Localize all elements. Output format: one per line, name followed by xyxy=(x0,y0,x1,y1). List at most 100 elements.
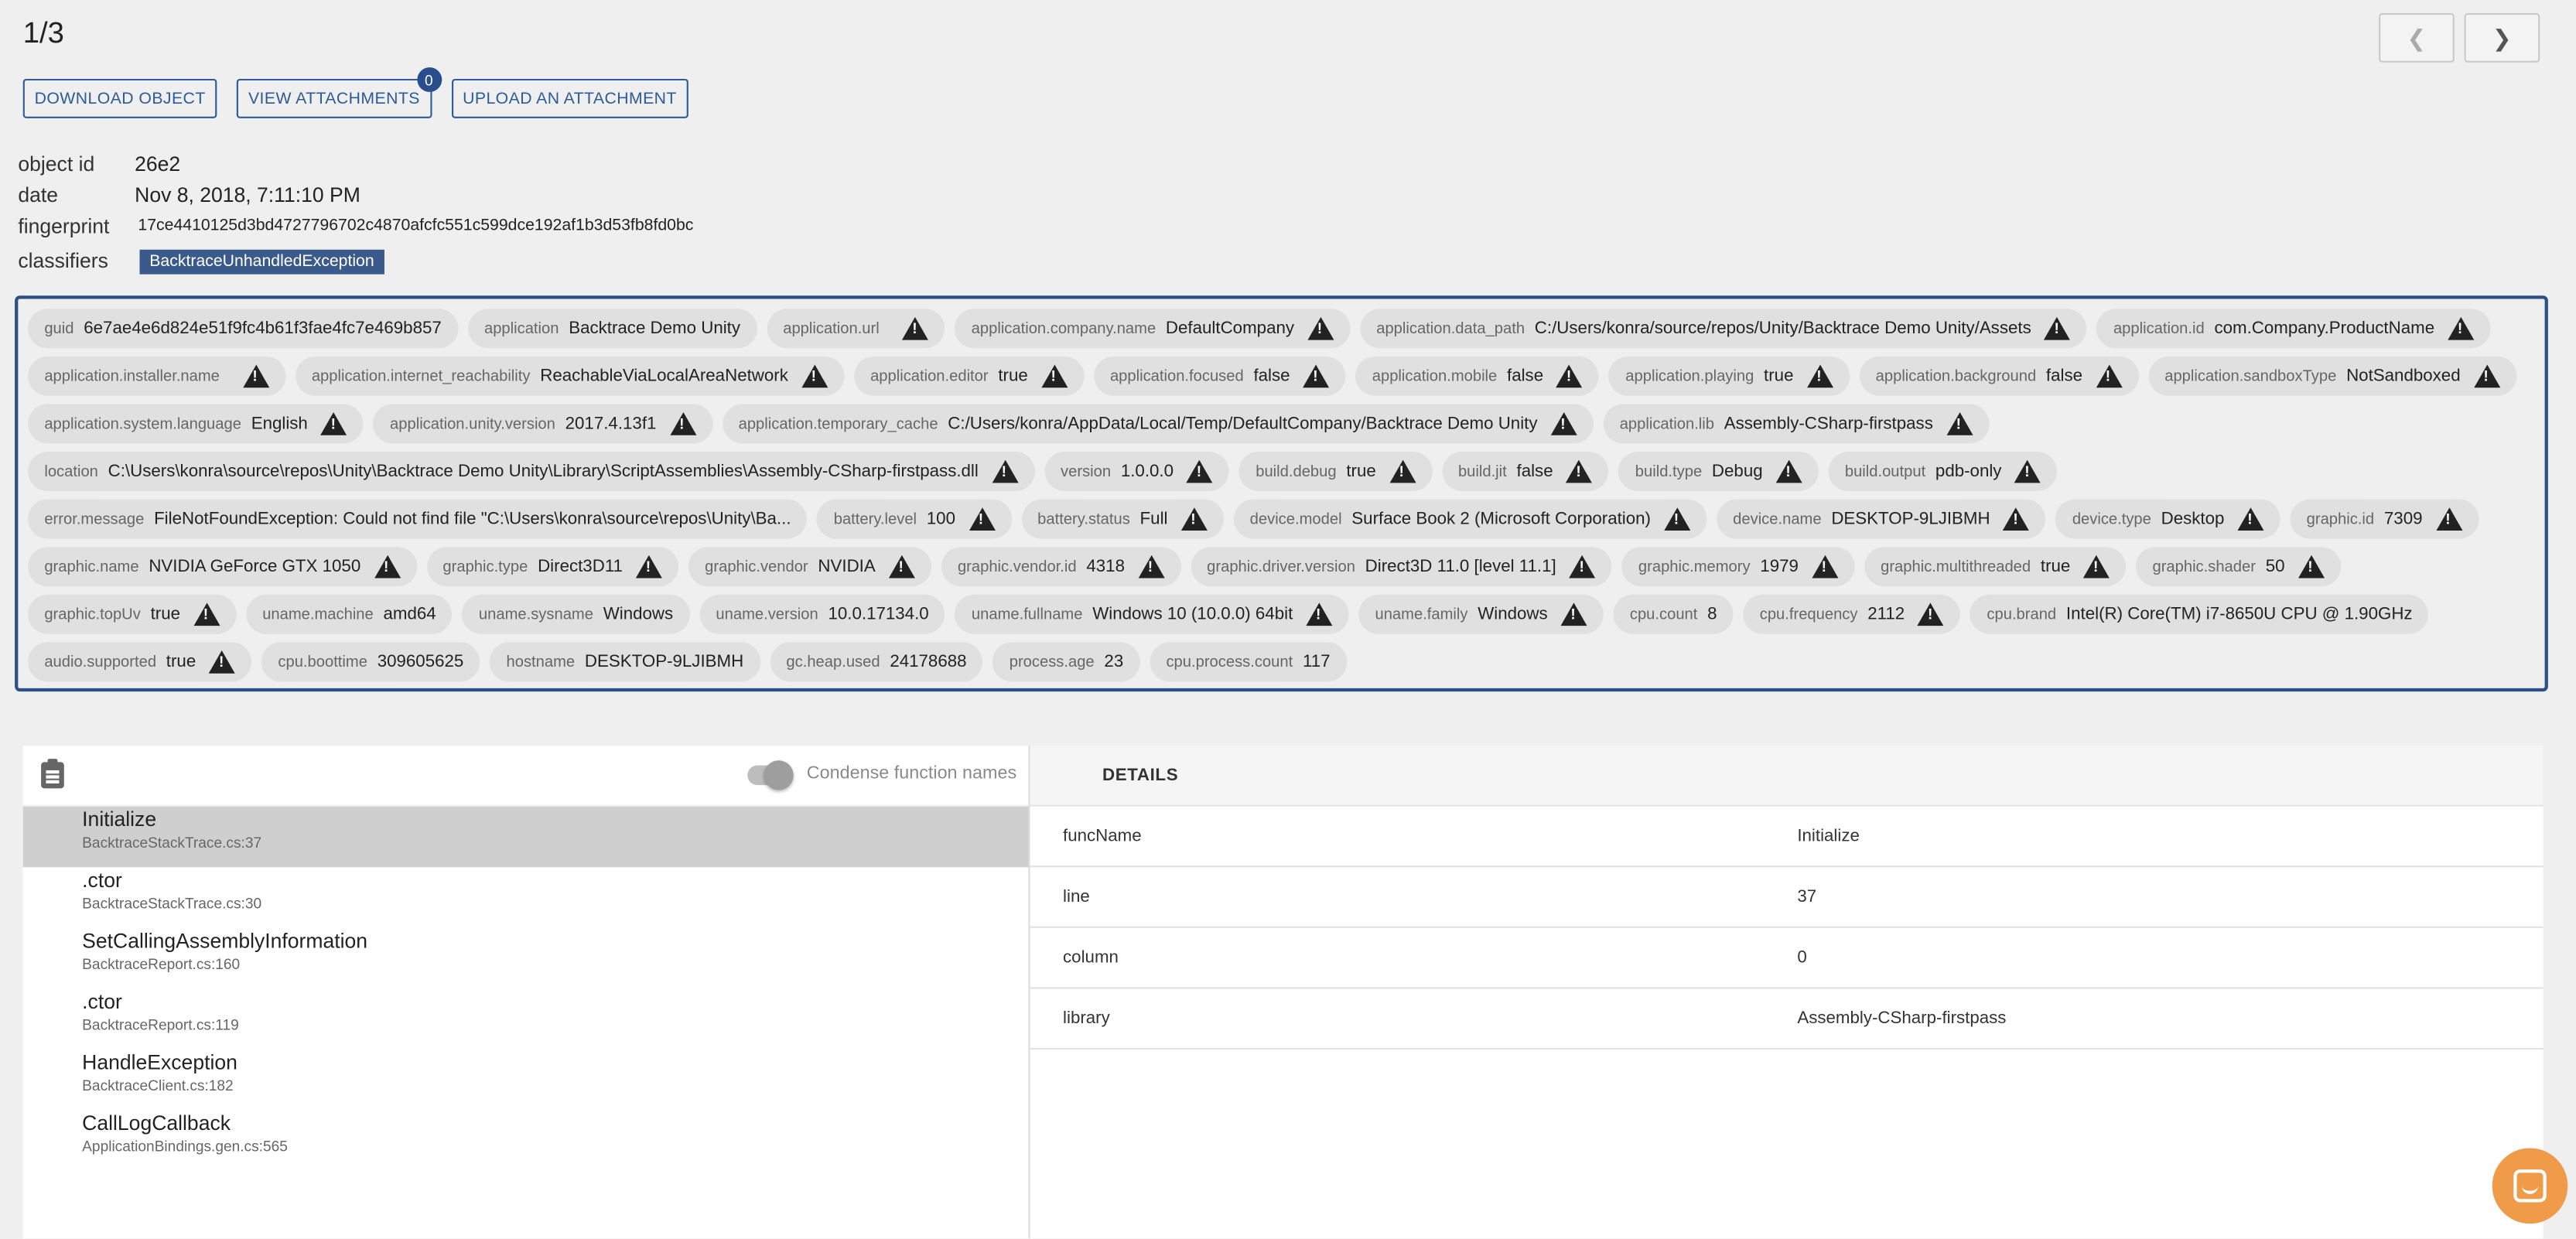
attribute-value: C:/Users/konra/source/repos/Unity/Backtr… xyxy=(1534,318,2031,339)
warning-icon xyxy=(1918,602,1945,626)
view-attachments-button[interactable]: VIEW ATTACHMENTS 0 xyxy=(237,67,442,118)
attribute-chip[interactable]: application.focused false xyxy=(1093,356,1346,396)
warning-icon xyxy=(1566,459,1593,483)
attribute-chip[interactable]: application.data_path C:/Users/konra/sour… xyxy=(1359,309,2087,349)
attribute-chip[interactable]: graphic.name NVIDIA GeForce GTX 1050 xyxy=(28,547,417,587)
attribute-chip[interactable]: device.model Surface Book 2 (Microsoft Co… xyxy=(1233,499,1707,539)
attribute-chip[interactable]: application.internet_reachability Reachab… xyxy=(295,356,845,396)
attribute-chip[interactable]: build.output pdb-only xyxy=(1828,452,2058,491)
attribute-key: graphic.driver.version xyxy=(1207,557,1355,576)
attribute-key: application.sandboxType xyxy=(2164,367,2337,386)
stack-frame[interactable]: CallLogCallback ApplicationBindings.gen.c… xyxy=(23,1111,1029,1172)
warning-icon xyxy=(635,555,662,579)
attribute-chip[interactable]: graphic.driver.version Direct3D 11.0 [lev… xyxy=(1190,547,1612,587)
frame-file-location: BacktraceClient.cs:182 xyxy=(82,1077,234,1094)
chat-launcher-button[interactable] xyxy=(2492,1148,2568,1224)
attribute-value: NVIDIA xyxy=(818,556,876,577)
attribute-chip[interactable]: application.sandboxType NotSandboxed xyxy=(2148,356,2516,396)
attribute-chip[interactable]: cpu.brand Intel(R) Core(TM) i7-8650U CPU … xyxy=(1970,594,2429,634)
attribute-chip[interactable]: battery.status Full xyxy=(1020,499,1224,539)
details-title: DETAILS xyxy=(1102,765,1179,786)
attribute-value: 10.0.17134.0 xyxy=(828,604,929,625)
attribute-chip[interactable]: application.installer.name xyxy=(28,356,285,396)
attribute-chip[interactable]: device.type Desktop xyxy=(2055,499,2280,539)
attribute-chip[interactable]: graphic.id 7309 xyxy=(2290,499,2479,539)
stack-frame[interactable]: SetCallingAssemblyInformation BacktraceRe… xyxy=(23,928,1029,989)
attribute-chip[interactable]: cpu.frequency 2112 xyxy=(1743,594,1961,634)
attribute-value: false xyxy=(2045,366,2083,387)
upload-attachment-button[interactable]: UPLOAD AN ATTACHMENT xyxy=(451,78,688,118)
attribute-chip[interactable]: application.mobile false xyxy=(1355,356,1600,396)
previous-object-button[interactable]: ❮ xyxy=(2379,12,2455,63)
attribute-chip[interactable]: application.background false xyxy=(1859,356,2139,396)
attribute-chip[interactable]: cpu.process.count 117 xyxy=(1150,642,1347,682)
attribute-chip[interactable]: application.url xyxy=(767,309,945,349)
attribute-chip[interactable]: uname.machine amd64 xyxy=(245,594,453,634)
attribute-chip[interactable]: application.playing true xyxy=(1609,356,1850,396)
frame-file-location: BacktraceStackTrace.cs:30 xyxy=(82,895,262,912)
attribute-key: application.installer.name xyxy=(44,367,220,386)
attribute-chip[interactable]: hostname DESKTOP-9LJIBMH xyxy=(490,642,760,682)
stack-frame[interactable]: Initialize BacktraceStackTrace.cs:37 xyxy=(22,806,1029,868)
stack-frame[interactable]: HandleException BacktraceClient.cs:182 xyxy=(23,1050,1029,1111)
stack-frame[interactable]: .ctor BacktraceStackTrace.cs:30 xyxy=(23,867,1029,928)
attribute-chip[interactable]: error.message FileNotFoundException: Coul… xyxy=(28,499,808,539)
attribute-key: application.background xyxy=(1875,367,2037,386)
attribute-value: com.Company.ProductName xyxy=(2214,318,2435,339)
attribute-chip[interactable]: graphic.memory 1979 xyxy=(1621,547,1855,587)
attribute-chip[interactable]: application.system.language English xyxy=(28,404,364,444)
attribute-chip[interactable]: build.type Debug xyxy=(1618,452,1819,491)
attribute-chip[interactable]: uname.family Windows xyxy=(1358,594,1604,634)
stack-frame[interactable]: .ctor BacktraceReport.cs:119 xyxy=(23,988,1029,1050)
details-key: funcName xyxy=(1063,826,1142,846)
attribute-key: graphic.id xyxy=(2306,510,2375,528)
attribute-chip[interactable]: location C:\Users\konra\source\repos\Unit… xyxy=(28,452,1035,491)
clipboard-icon[interactable] xyxy=(41,759,64,789)
attribute-chip[interactable]: application.id com.Company.ProductName xyxy=(2096,309,2491,349)
attribute-chip[interactable]: application Backtrace Demo Unity xyxy=(467,309,757,349)
frame-file-location: ApplicationBindings.gen.cs:565 xyxy=(82,1138,288,1155)
attribute-chip[interactable]: application.company.name DefaultCompany xyxy=(955,309,1351,349)
attribute-chip[interactable]: graphic.multithreaded true xyxy=(1864,547,2127,587)
next-object-button[interactable]: ❯ xyxy=(2464,12,2540,63)
attribute-chip[interactable]: uname.version 10.0.17134.0 xyxy=(699,594,945,634)
attribute-chip[interactable]: build.debug true xyxy=(1238,452,1432,491)
attribute-chip[interactable]: graphic.type Direct3D11 xyxy=(426,547,679,587)
attribute-chip[interactable]: device.name DESKTOP-9LJIBMH xyxy=(1716,499,2046,539)
frame-file-location: BacktraceReport.cs:160 xyxy=(82,955,241,973)
attribute-chip[interactable]: graphic.shader 50 xyxy=(2136,547,2341,587)
attribute-chip[interactable]: graphic.topUv true xyxy=(28,594,237,634)
stack-trace-header: Condense function names xyxy=(22,746,1029,807)
attribute-key: uname.machine xyxy=(262,605,374,623)
attribute-chip[interactable]: uname.sysname Windows xyxy=(462,594,690,634)
attribute-key: graphic.topUv xyxy=(44,605,141,623)
attribute-value: Backtrace Demo Unity xyxy=(569,318,741,339)
details-panel: DETAILS funcName Initialize line 37 column 0 l… xyxy=(1030,746,2544,1239)
condense-toggle[interactable] xyxy=(747,760,794,790)
attribute-chip[interactable]: audio.supported true xyxy=(28,642,252,682)
details-table: funcName Initialize line 37 column 0 library As… xyxy=(1030,807,2544,1050)
attribute-chip[interactable]: graphic.vendor NVIDIA xyxy=(688,547,931,587)
attribute-key: uname.version xyxy=(716,605,818,623)
attribute-chip[interactable]: battery.level 100 xyxy=(817,499,1012,539)
attribute-chip[interactable]: version 1.0.0.0 xyxy=(1044,452,1230,491)
attribute-chip[interactable]: application.unity.version 2017.4.13f1 xyxy=(373,404,712,444)
attribute-chip[interactable]: graphic.vendor.id 4318 xyxy=(941,547,1181,587)
attribute-chip[interactable]: application.temporary_cache C:/Users/konr… xyxy=(722,404,1594,444)
attribute-chip[interactable]: guid 6e7ae4e6d824e51f9fc4b61f3fae4fc7e469… xyxy=(28,309,459,349)
meta-classifiers: classifiers BacktraceUnhandledException xyxy=(18,241,693,281)
attribute-chip[interactable]: process.age 23 xyxy=(992,642,1140,682)
attribute-key: application.focused xyxy=(1109,367,1244,386)
attribute-chip[interactable]: cpu.boottime 309605625 xyxy=(261,642,480,682)
details-value: 0 xyxy=(1797,947,1807,968)
download-object-button[interactable]: DOWNLOAD OBJECT xyxy=(22,78,217,118)
attribute-chip[interactable]: gc.heap.used 24178688 xyxy=(770,642,983,682)
attribute-key: version xyxy=(1061,462,1112,481)
classifier-tag[interactable]: BacktraceUnhandledException xyxy=(139,248,384,274)
attribute-chip[interactable]: uname.fullname Windows 10 (10.0.0) 64bit xyxy=(955,594,1349,634)
attribute-chip[interactable]: application.lib Assembly-CSharp-firstpass xyxy=(1603,404,1990,444)
attribute-chip[interactable]: cpu.count 8 xyxy=(1613,594,1734,634)
attribute-chip[interactable]: application.editor true xyxy=(853,356,1084,396)
details-row: library Assembly-CSharp-firstpass xyxy=(1030,988,2544,1050)
attribute-chip[interactable]: build.jit false xyxy=(1441,452,1609,491)
